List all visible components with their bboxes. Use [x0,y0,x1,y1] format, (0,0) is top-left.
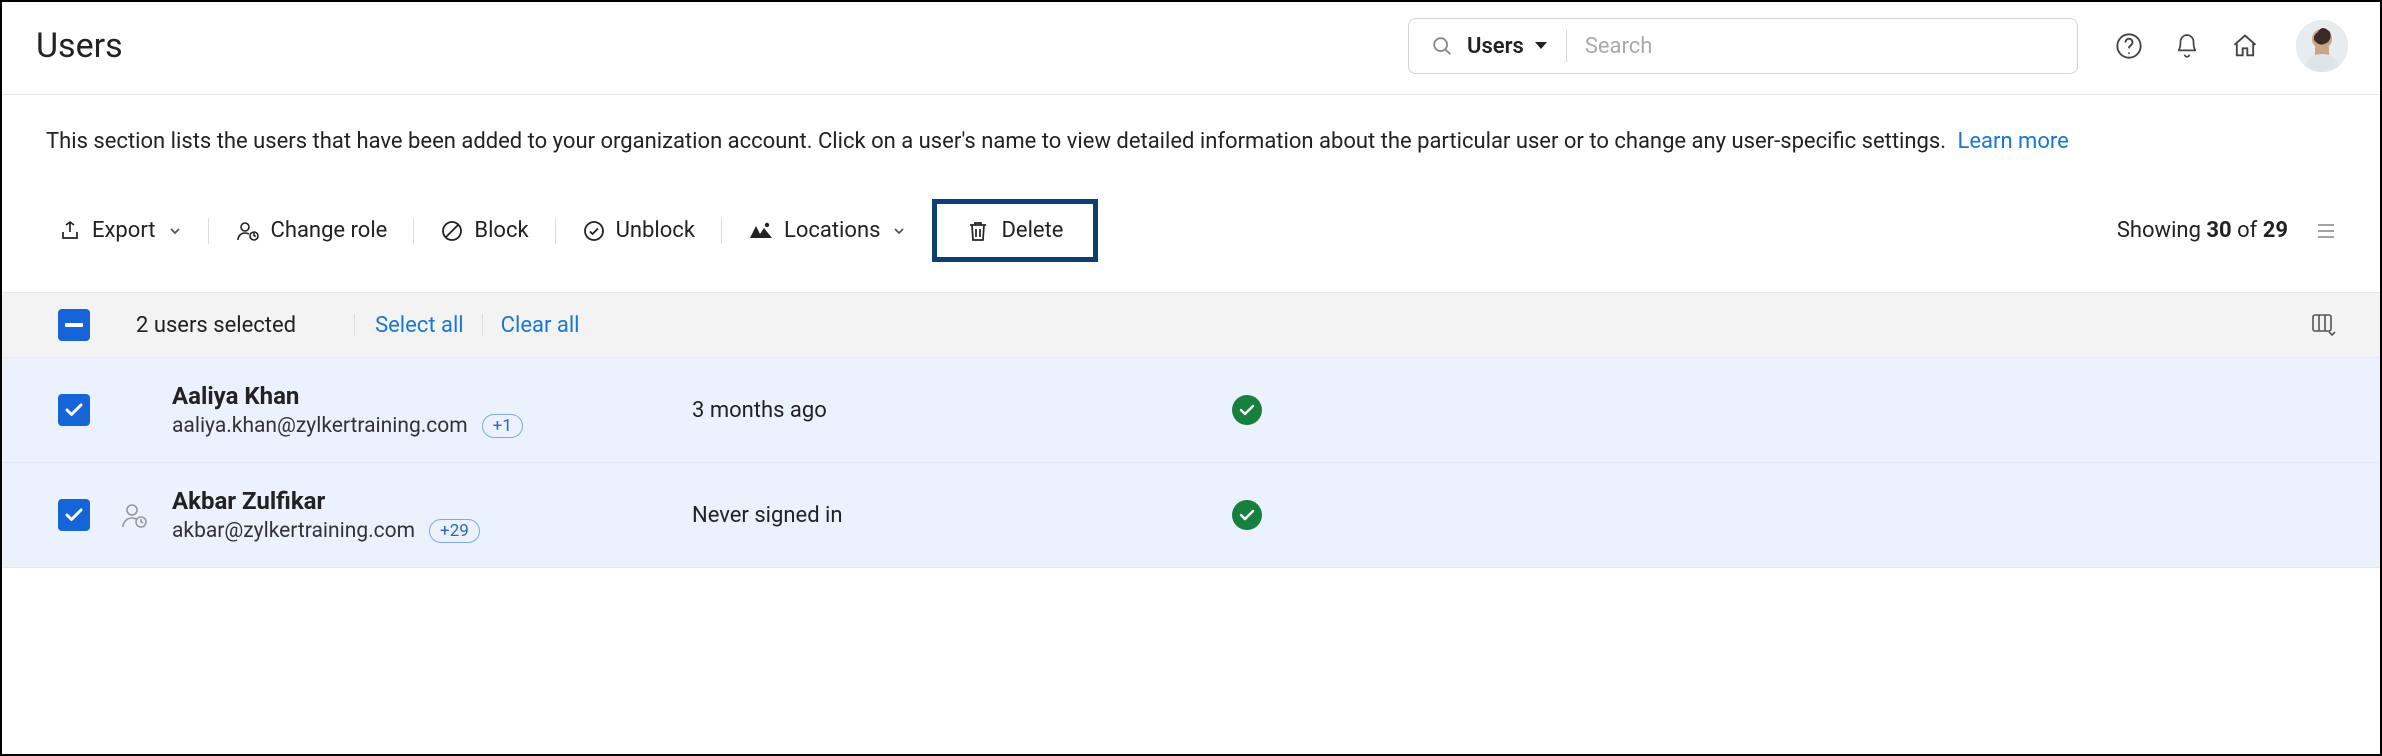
showing-counter: Showing 30 of 29 [2117,218,2336,243]
home-icon[interactable] [2230,31,2260,61]
density-icon[interactable] [2316,221,2336,241]
extra-count-badge[interactable]: +29 [429,519,480,543]
last-activity: 3 months ago [692,398,1232,423]
help-icon[interactable] [2114,31,2144,61]
select-all-link[interactable]: Select all [375,313,464,338]
page-title: Users [36,26,123,66]
select-all-checkbox[interactable] [58,309,90,341]
bell-icon[interactable] [2172,31,2202,61]
chevron-down-icon [892,224,906,238]
search-icon [1427,31,1457,61]
avatar[interactable] [2296,20,2348,72]
user-name[interactable]: Akbar Zulfikar [172,487,692,515]
block-button[interactable]: Block [440,218,528,243]
locations-icon [748,220,774,242]
export-icon [58,219,82,243]
user-name[interactable]: Aaliya Khan [172,382,692,410]
delete-button[interactable]: Delete [932,199,1098,262]
search-scope-label: Users [1467,34,1524,59]
chevron-down-icon [168,224,182,238]
user-email: akbar@zylkertraining.com [172,519,415,543]
search-box: Users [1408,18,2078,74]
trash-icon [967,219,989,243]
status-ok-icon [1232,500,1262,530]
change-role-icon [235,219,261,243]
user-rows: Aaliya Khan aaliya.khan@zylkertraining.co… [2,358,2380,754]
status-ok-icon [1232,395,1262,425]
search-input[interactable] [1567,34,2077,59]
user-email: aaliya.khan@zylkertraining.com [172,414,468,438]
block-icon [440,219,464,243]
search-scope-dropdown[interactable]: Users [1409,31,1566,61]
unblock-button[interactable]: Unblock [582,218,695,243]
section-description-text: This section lists the users that have b… [46,129,1946,154]
role-icon [114,500,154,530]
unblock-icon [582,219,606,243]
columns-settings-icon[interactable] [2310,312,2336,338]
row-checkbox[interactable] [58,394,90,426]
table-row[interactable]: Akbar Zulfikar akbar@zylkertraining.com +2… [2,463,2380,568]
export-button[interactable]: Export [58,218,182,243]
last-activity: Never signed in [692,503,1232,528]
row-checkbox[interactable] [58,499,90,531]
extra-count-badge[interactable]: +1 [482,414,523,438]
selection-bar: 2 users selected Select all Clear all [2,292,2380,358]
selection-summary: 2 users selected [136,313,296,338]
learn-more-link[interactable]: Learn more [1958,129,2069,154]
header: Users Users [2,2,2380,95]
caret-down-icon [1534,41,1548,51]
table-row[interactable]: Aaliya Khan aaliya.khan@zylkertraining.co… [2,358,2380,463]
toolbar: Export Change role Block Unblock [2,159,2380,292]
section-description: This section lists the users that have b… [2,95,2380,159]
locations-button[interactable]: Locations [748,218,906,243]
change-role-button[interactable]: Change role [235,218,388,243]
clear-all-link[interactable]: Clear all [501,313,580,338]
